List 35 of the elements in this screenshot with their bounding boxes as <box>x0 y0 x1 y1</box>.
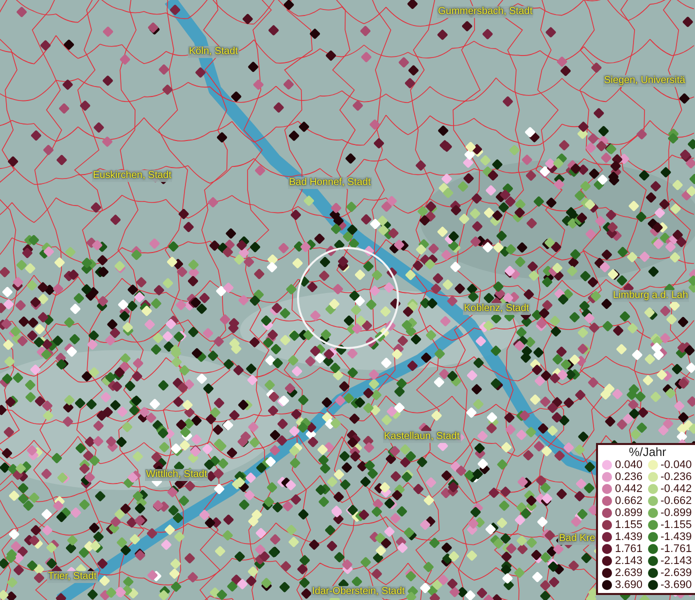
legend-label: -0.662 <box>660 495 692 507</box>
legend-label: 0.236 <box>615 471 643 483</box>
place-label: Siegen, Universitä <box>603 75 686 87</box>
legend-label: -0.442 <box>660 483 692 495</box>
legend-label: -0.899 <box>660 507 692 519</box>
legend-label: 2.639 <box>615 567 643 579</box>
legend-label: 0.040 <box>615 459 643 471</box>
legend-label: 0.442 <box>615 483 643 495</box>
legend-label: 1.761 <box>615 543 643 555</box>
place-label: Gummersbach, Stadt <box>437 6 534 18</box>
place-label: Euskirchen, Stadt <box>92 170 172 182</box>
legend-label: -1.761 <box>660 543 692 555</box>
legend-label: 3.690 <box>615 579 643 591</box>
legend-label: 1.439 <box>615 531 643 543</box>
legend-label: -2.143 <box>660 555 692 567</box>
place-label: Köln, Stadt <box>188 46 239 58</box>
place-label: Trier, Stadt <box>47 571 98 583</box>
legend-label: -0.236 <box>660 471 692 483</box>
legend-label: -1.155 <box>660 519 692 531</box>
place-label: Kastellaun, Stadt <box>383 431 461 443</box>
legend-label: 0.662 <box>615 495 643 507</box>
legend-label: -3.690 <box>660 579 692 591</box>
place-label: Bad Honnef, Stadt <box>288 177 372 189</box>
place-label: Limburg a.d. Lah <box>612 290 690 302</box>
legend-label: -1.439 <box>660 531 692 543</box>
place-label: Bad Kre <box>558 533 596 545</box>
place-label: Wittlich, Stadt <box>145 469 208 481</box>
legend-label: -0.040 <box>660 459 692 471</box>
legend-label: 2.143 <box>615 555 643 567</box>
legend-title: %/Jahr <box>628 446 668 459</box>
place-label: Idar-Oberstein, Stadt <box>311 586 406 598</box>
legend-label: 1.155 <box>615 519 643 531</box>
legend-label: 0.899 <box>615 507 643 519</box>
place-label: Koblenz, Stadt <box>463 303 530 315</box>
legend-label: -2.639 <box>660 567 692 579</box>
